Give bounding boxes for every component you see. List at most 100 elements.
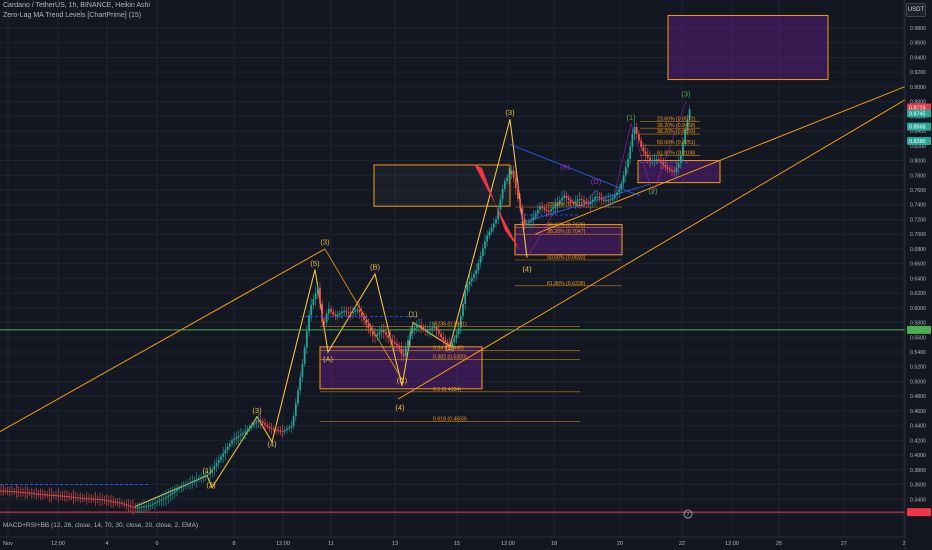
candle-body <box>655 159 658 161</box>
candle-body <box>46 494 49 496</box>
candle-body <box>374 335 376 337</box>
candle-body <box>224 450 227 454</box>
candle-body <box>391 340 394 343</box>
y-tick-label: 0.3800 <box>910 468 926 474</box>
candle-body <box>127 505 130 507</box>
candle-body <box>407 340 409 348</box>
candle-body <box>105 500 108 502</box>
candle-body <box>360 312 363 317</box>
candle-body <box>343 311 346 313</box>
candle-body <box>275 429 277 431</box>
candle-body <box>305 331 308 348</box>
candle-body <box>543 207 546 210</box>
y-tick-label: 0.5400 <box>910 350 926 356</box>
candle-body <box>675 167 678 172</box>
candle-body <box>512 170 515 178</box>
candle-body <box>671 170 673 172</box>
y-tick-label: 0.3400 <box>910 497 926 503</box>
candle-body <box>431 327 434 329</box>
chart-background <box>0 0 932 550</box>
candle-body <box>204 474 207 477</box>
y-tick-label: 0.9200 <box>910 70 926 76</box>
candle-body <box>228 443 231 447</box>
candle-body <box>259 420 262 422</box>
candle-body <box>79 497 82 499</box>
candle-body <box>26 492 29 494</box>
candle-body <box>59 495 62 497</box>
candle-body <box>545 209 548 212</box>
candle-body <box>490 227 493 232</box>
candle-body <box>455 334 458 339</box>
y-tick-label: 0.7200 <box>910 217 926 223</box>
candle-body <box>310 304 313 316</box>
candle-body <box>140 506 143 508</box>
zone-box <box>667 14 829 81</box>
fib-level-label: 50.00% (0.6693) <box>547 255 586 261</box>
elliott-wave-label: (C) <box>397 376 408 385</box>
candle-body <box>591 199 594 202</box>
candle-body <box>657 159 660 161</box>
candle-body <box>668 168 671 171</box>
y-tick-label: 0.7000 <box>910 232 926 238</box>
candle-body <box>607 199 610 201</box>
candle-body <box>41 494 44 496</box>
candle-body <box>121 502 123 504</box>
candle-body <box>250 425 253 428</box>
candle-body <box>220 456 222 460</box>
candle-body <box>646 154 649 158</box>
fib-level-label: 61.80% (0.6338) <box>547 281 586 287</box>
fib-level-label: 0.236 (0.5801) <box>433 321 467 327</box>
candle-body <box>464 291 467 304</box>
candle-body <box>369 327 372 332</box>
candle-body <box>171 492 174 495</box>
candle-body <box>301 363 304 378</box>
elliott-wave-label: (3) <box>505 108 515 117</box>
candle-body <box>246 429 249 432</box>
y-tick-label: 0.8000 <box>910 159 926 165</box>
candle-body <box>66 496 68 498</box>
y-tick-label: 0.5000 <box>910 379 926 385</box>
candle-body <box>94 498 97 500</box>
x-tick-label: 22 <box>679 541 685 547</box>
candle-body <box>24 492 27 494</box>
y-tick-label: 0.7600 <box>910 188 926 194</box>
currency-button[interactable]: USDT <box>906 3 926 17</box>
candle-body <box>473 274 475 278</box>
candle-body <box>30 492 33 494</box>
candle-body <box>523 218 526 225</box>
candle-body <box>442 337 445 340</box>
candle-body <box>242 432 244 435</box>
candle-body <box>195 479 198 481</box>
candle-body <box>125 504 128 506</box>
candle-body <box>466 284 469 292</box>
candle-body <box>356 309 359 311</box>
candle-body <box>321 303 324 322</box>
candle-body <box>594 196 596 200</box>
candle-body <box>200 477 203 479</box>
candle-body <box>426 330 429 332</box>
chart-canvas[interactable]: 0.236 (0.5801)0.34 (0.5448)0.382 (0.5300… <box>0 0 932 550</box>
candle-body <box>541 206 544 208</box>
candle-body <box>611 198 614 200</box>
candle-body <box>620 183 623 190</box>
candle-body <box>165 497 167 499</box>
candle-body <box>33 493 35 495</box>
candle-body <box>380 330 383 333</box>
candle-body <box>547 211 550 213</box>
candle-body <box>398 345 401 349</box>
candle-body <box>411 330 414 333</box>
candle-body <box>55 495 57 497</box>
candle-body <box>57 495 60 497</box>
candle-body <box>154 502 156 504</box>
candle-body <box>347 312 350 314</box>
candle-body <box>622 175 625 184</box>
candle-body <box>217 459 220 464</box>
candle-body <box>222 453 225 457</box>
fib-level-label: 23.60% (0.8572) <box>657 117 696 123</box>
candle-body <box>677 163 680 168</box>
candle-body <box>501 189 504 200</box>
candle-body <box>367 324 370 328</box>
candle-body <box>39 493 42 495</box>
candle-body <box>114 501 117 503</box>
y-tick-label: 0.6200 <box>910 291 926 297</box>
